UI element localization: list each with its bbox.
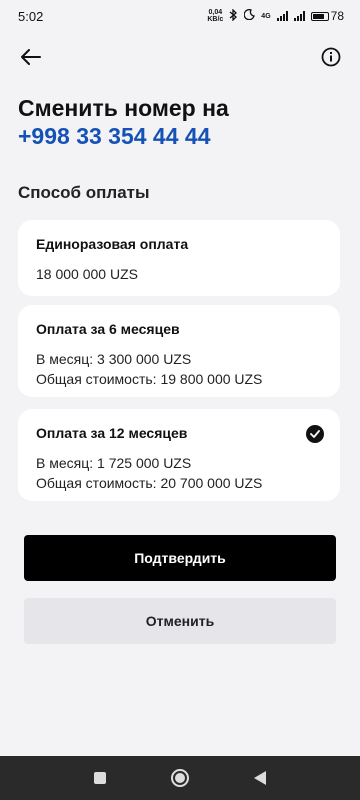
page-title: Сменить номер на +998 33 354 44 44 — [18, 94, 338, 150]
signal-2-icon — [293, 11, 305, 21]
payment-option-monthly: В месяц: 3 300 000 UZS — [36, 351, 192, 367]
status-bar: 5:02 0,04 KB/c 4G 78 — [0, 0, 360, 32]
signal-icon — [276, 11, 288, 21]
recents-button[interactable] — [85, 763, 115, 793]
phone-number: +998 33 354 44 44 — [18, 123, 211, 149]
section-label-payment-method: Способ оплаты — [18, 183, 150, 202]
payment-option-6-months[interactable]: Оплата за 6 месяцев В месяц: 3 300 000 U… — [18, 305, 340, 397]
checkmark-icon — [306, 425, 324, 443]
payment-option-total: Общая стоимость: 20 700 000 UZS — [36, 475, 263, 491]
arrow-left-icon — [21, 49, 41, 65]
payment-option-price: 18 000 000 UZS — [36, 266, 138, 282]
payment-option-title: Оплата за 6 месяцев — [36, 321, 180, 337]
system-nav-bar — [0, 756, 360, 800]
payment-option-total: Общая стоимость: 19 800 000 UZS — [36, 371, 263, 387]
net-speed: 0,04 KB/c — [207, 9, 223, 23]
circle-home-icon — [171, 769, 189, 787]
info-button[interactable] — [316, 42, 346, 72]
net-speed-value: 0,04 — [208, 9, 223, 16]
payment-option-title: Оплата за 12 месяцев — [36, 425, 188, 441]
moon-icon — [243, 9, 256, 23]
status-time: 5:02 — [18, 8, 44, 24]
triangle-back-icon — [254, 771, 266, 785]
payment-option-one-time[interactable]: Единоразовая оплата 18 000 000 UZS — [18, 220, 340, 296]
cancel-button[interactable]: Отменить — [24, 598, 336, 644]
battery-icon: 78 — [310, 9, 344, 23]
net-speed-unit: KB/c — [207, 16, 224, 23]
page-title-text: Сменить номер на — [18, 95, 229, 121]
payment-option-12-months[interactable]: Оплата за 12 месяцев В месяц: 1 725 000 … — [18, 409, 340, 501]
info-circle-icon — [321, 47, 341, 67]
payment-option-monthly: В месяц: 1 725 000 UZS — [36, 455, 192, 471]
network-type: 4G — [261, 12, 271, 20]
payment-option-title: Единоразовая оплата — [36, 236, 189, 252]
confirm-button[interactable]: Подтвердить — [24, 535, 336, 581]
square-icon — [94, 772, 106, 784]
battery-percent: 78 — [330, 9, 344, 23]
bluetooth-icon — [229, 7, 238, 24]
home-button[interactable] — [165, 763, 195, 793]
back-button[interactable] — [14, 42, 48, 72]
system-back-button[interactable] — [245, 763, 275, 793]
